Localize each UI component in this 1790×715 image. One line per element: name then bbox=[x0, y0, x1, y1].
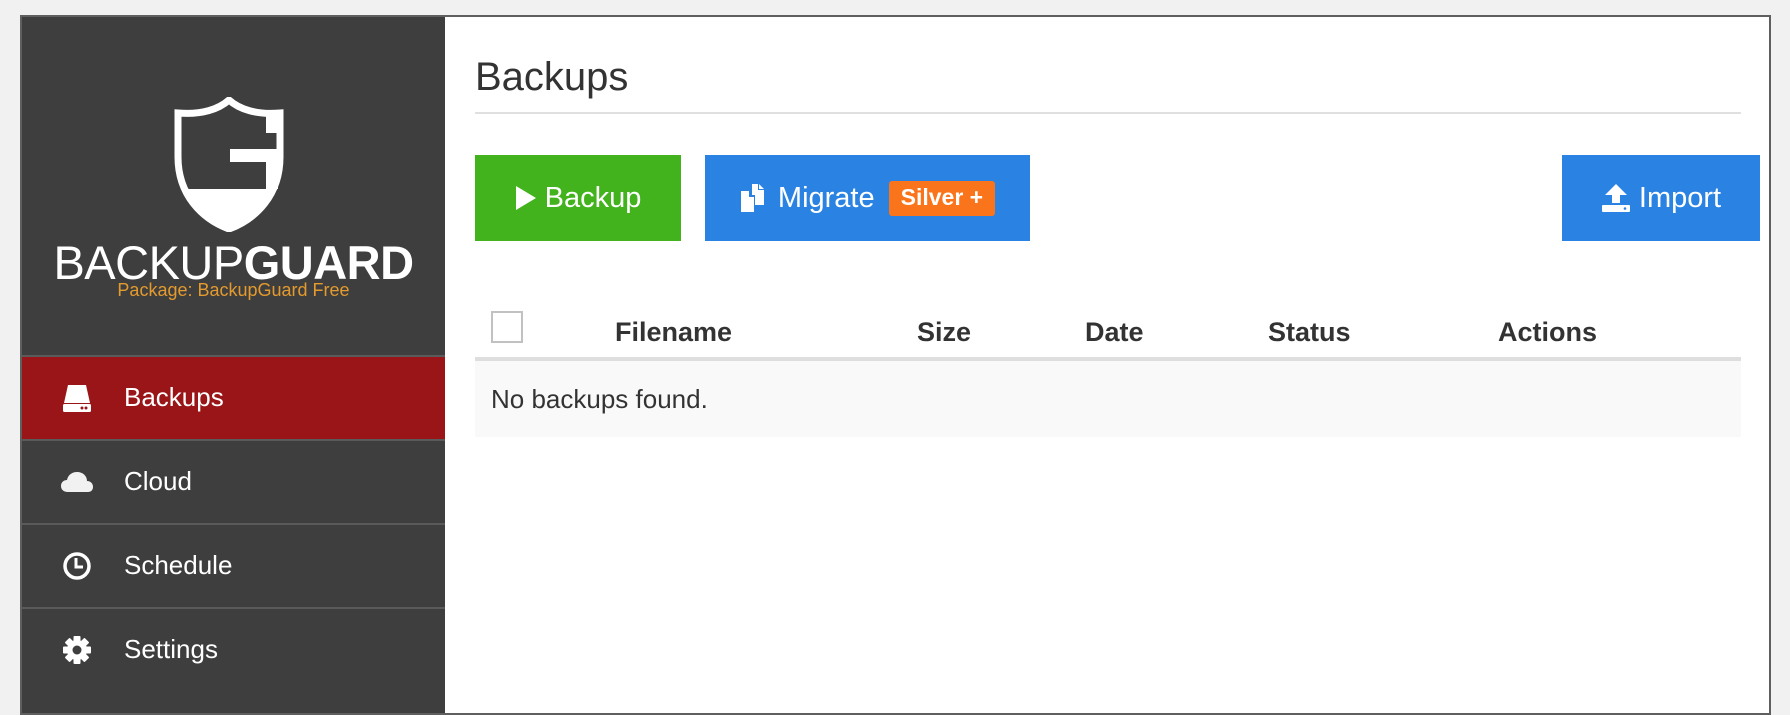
migrate-button-label: Migrate bbox=[777, 181, 875, 214]
sidebar-item-schedule[interactable]: Schedule bbox=[22, 523, 445, 607]
shield-g-icon bbox=[174, 97, 284, 232]
table-header: Filename Size Date Status Actions bbox=[475, 297, 1741, 361]
backup-button-label: Backup bbox=[544, 181, 642, 214]
import-button-label: Import bbox=[1638, 181, 1722, 214]
column-header-size[interactable]: Size bbox=[917, 317, 971, 348]
play-icon bbox=[515, 186, 536, 210]
app-window: BACKUPGUARD Package: BackupGuard Free Ba… bbox=[20, 15, 1771, 715]
sidebar-item-label: Settings bbox=[124, 633, 218, 664]
hard-drive-icon bbox=[60, 381, 94, 415]
copy-files-icon bbox=[740, 184, 764, 212]
title-divider bbox=[475, 112, 1741, 114]
page-title: Backups bbox=[475, 55, 629, 99]
sidebar-item-label: Backups bbox=[124, 381, 224, 412]
empty-table-message: No backups found. bbox=[475, 361, 1741, 437]
sidebar-item-label: Cloud bbox=[124, 465, 192, 496]
sidebar-item-label: Schedule bbox=[124, 549, 233, 580]
column-header-date[interactable]: Date bbox=[1085, 317, 1144, 348]
sidebar-item-backups[interactable]: Backups bbox=[22, 355, 445, 439]
main-content: Backups Backup Migrate Silver + Import F… bbox=[445, 17, 1769, 713]
plan-badge: Silver + bbox=[888, 180, 996, 216]
cloud-icon bbox=[60, 465, 94, 499]
migrate-button[interactable]: Migrate Silver + bbox=[705, 155, 1030, 241]
import-button[interactable]: Import bbox=[1562, 155, 1760, 241]
column-header-status[interactable]: Status bbox=[1268, 317, 1351, 348]
backup-button[interactable]: Backup bbox=[475, 155, 681, 241]
gear-icon bbox=[60, 633, 94, 667]
sidebar-item-cloud[interactable]: Cloud bbox=[22, 439, 445, 523]
sidebar-nav: Backups Cloud Schedule Settings bbox=[22, 355, 445, 691]
backups-table: Filename Size Date Status Actions No bac… bbox=[475, 297, 1741, 437]
package-label: Package: BackupGuard Free bbox=[117, 280, 350, 300]
sidebar: BACKUPGUARD Package: BackupGuard Free Ba… bbox=[22, 17, 445, 713]
clock-icon bbox=[60, 549, 94, 583]
column-header-actions: Actions bbox=[1498, 317, 1598, 347]
logo: BACKUPGUARD Package: BackupGuard Free bbox=[22, 17, 445, 355]
upload-icon bbox=[1601, 184, 1630, 212]
select-all-checkbox[interactable] bbox=[491, 311, 523, 343]
column-header-filename[interactable]: Filename bbox=[615, 317, 732, 348]
sidebar-item-settings[interactable]: Settings bbox=[22, 607, 445, 691]
